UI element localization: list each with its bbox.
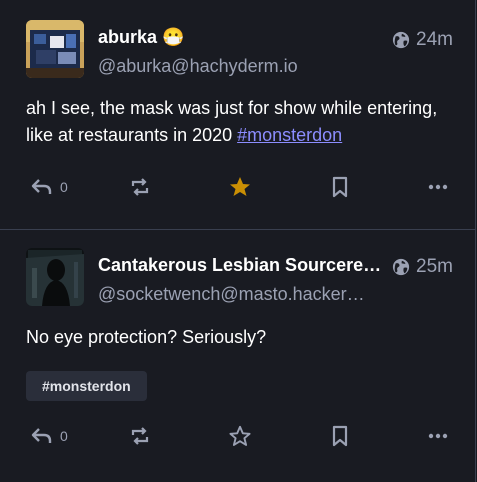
reply-count: 0 bbox=[60, 428, 68, 444]
display-name[interactable]: Cantakerous Lesbian Sourcere… bbox=[98, 255, 381, 276]
more-icon bbox=[428, 184, 448, 190]
timestamp-text: 25m bbox=[416, 256, 453, 277]
post-timestamp[interactable]: 24m bbox=[392, 29, 453, 51]
boost-button[interactable] bbox=[128, 421, 152, 451]
avatar[interactable] bbox=[26, 248, 84, 306]
account-handle[interactable]: @socketwench@masto.hacker… bbox=[98, 284, 365, 305]
timeline-feed: aburka 😷 @aburka@hachyderm.io 24m ah I s… bbox=[0, 0, 476, 482]
status-text: No eye protection? Seriously? bbox=[26, 327, 267, 347]
post-timestamp[interactable]: 25m bbox=[392, 256, 453, 278]
status-content: No eye protection? Seriously? bbox=[26, 324, 456, 351]
globe-icon bbox=[392, 258, 410, 276]
more-button[interactable] bbox=[426, 421, 450, 451]
status-text: ah I see, the mask was just for show whi… bbox=[26, 98, 438, 145]
boost-icon bbox=[131, 178, 149, 196]
display-name[interactable]: aburka 😷 bbox=[98, 27, 184, 48]
star-icon bbox=[230, 177, 250, 196]
star-icon bbox=[229, 425, 251, 446]
avatar-image bbox=[26, 248, 84, 306]
boost-button[interactable] bbox=[128, 172, 152, 202]
reply-button[interactable]: 0 bbox=[30, 421, 68, 451]
more-icon bbox=[428, 433, 448, 439]
bookmark-icon bbox=[332, 425, 348, 447]
hashtag-link[interactable]: #monsterdon bbox=[237, 125, 342, 145]
avatar[interactable] bbox=[26, 20, 84, 78]
hashtag-chip[interactable]: #monsterdon bbox=[26, 371, 147, 401]
reply-icon bbox=[31, 428, 52, 443]
status-post[interactable]: aburka 😷 @aburka@hachyderm.io 24m ah I s… bbox=[0, 0, 475, 230]
bookmark-icon bbox=[332, 176, 348, 198]
display-name-text: aburka bbox=[98, 27, 158, 47]
globe-icon bbox=[392, 31, 410, 49]
action-bar: 0 bbox=[0, 172, 475, 202]
account-handle[interactable]: @aburka@hachyderm.io bbox=[98, 56, 298, 77]
favourite-button[interactable] bbox=[228, 421, 252, 451]
boost-icon bbox=[131, 427, 149, 445]
timestamp-text: 24m bbox=[416, 29, 453, 50]
reply-count: 0 bbox=[60, 179, 68, 195]
reply-icon bbox=[31, 179, 52, 194]
status-post[interactable]: Cantakerous Lesbian Sourcere… @socketwen… bbox=[0, 230, 475, 482]
avatar-image bbox=[26, 20, 84, 78]
custom-emoji: 😷 bbox=[162, 27, 185, 47]
action-bar: 0 bbox=[0, 421, 475, 451]
favourite-button[interactable] bbox=[228, 172, 252, 202]
reply-button[interactable]: 0 bbox=[30, 172, 68, 202]
more-button[interactable] bbox=[426, 172, 450, 202]
bookmark-button[interactable] bbox=[328, 172, 352, 202]
status-content: ah I see, the mask was just for show whi… bbox=[26, 95, 466, 149]
bookmark-button[interactable] bbox=[328, 421, 352, 451]
